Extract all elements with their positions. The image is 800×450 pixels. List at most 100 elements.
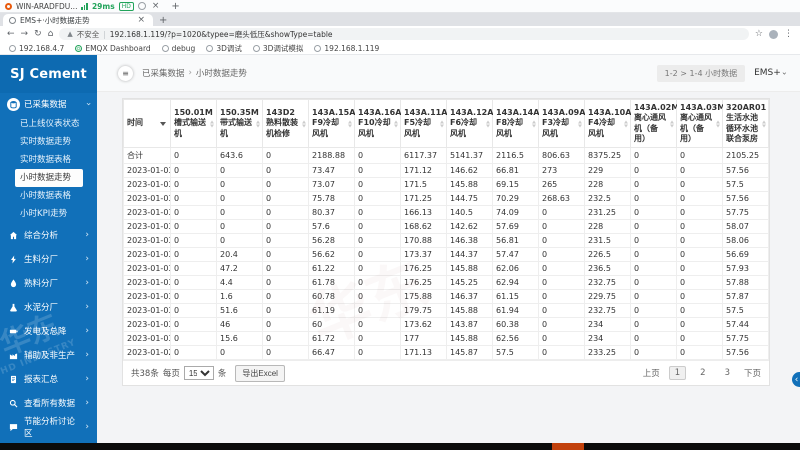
value-cell: 0 — [630, 303, 677, 318]
sidebar-item-collected-data[interactable]: 已采集数据 › — [0, 93, 97, 115]
value-cell: 176.25 — [400, 275, 447, 290]
remote-new-tab-button[interactable]: + — [165, 1, 185, 12]
next-page-button[interactable]: 下页 — [744, 367, 761, 379]
value-cell: 61.15 — [492, 289, 539, 304]
column-header[interactable]: 143D2 熟料散装机检修 — [262, 99, 309, 148]
prev-page-button[interactable]: 上页 — [643, 367, 660, 379]
page-button[interactable]: 1 — [668, 366, 687, 380]
value-cell: 0 — [630, 177, 677, 192]
value-cell: 0 — [170, 147, 217, 164]
sidebar-collapse-button[interactable]: ≡ — [118, 65, 133, 81]
column-header-time[interactable]: 时间 — [123, 99, 171, 148]
page-size-select[interactable]: 15 — [183, 366, 214, 380]
column-header[interactable]: 143A.12AR F6冷却风机 — [446, 99, 500, 148]
bookmark-item[interactable]: EMQX Dashboard — [75, 44, 151, 53]
taskbar[interactable] — [0, 443, 800, 450]
forward-icon[interactable]: → — [21, 29, 29, 39]
browser-new-tab-button[interactable]: + — [153, 15, 173, 26]
chevron-right-icon: › — [85, 302, 89, 312]
value-cell: 61.19 — [308, 303, 355, 318]
sidebar-item[interactable]: 熟料分厂 › — [0, 271, 97, 295]
value-cell: 643.6 — [216, 147, 263, 164]
sidebar-subitem[interactable]: 已上线仪表状态 — [0, 115, 97, 133]
sort-up-icon — [210, 120, 214, 123]
sidebar-subitem[interactable]: 小时数据走势 — [15, 169, 83, 187]
value-cell: 60.78 — [308, 289, 355, 304]
tab-close-icon[interactable]: × — [135, 15, 147, 25]
page-button[interactable]: 2 — [695, 367, 710, 379]
table-footer: 共38条 每页 15 条 导出Excel 上页 1 2 3 下页 — [123, 360, 769, 385]
sidebar-item[interactable]: 发电及总降 › — [0, 319, 97, 343]
ems-dropdown[interactable]: EMS+ › — [754, 68, 789, 78]
sidebar-subitem[interactable]: 实时数据表格 — [0, 151, 97, 169]
bookmark-star-icon[interactable]: ☆ — [755, 29, 763, 39]
column-header[interactable]: 143A.02M 离心通风机（备用） — [630, 99, 679, 148]
sidebar-subitem[interactable]: 小时KPI走势 — [0, 205, 97, 223]
value-cell: 0 — [354, 317, 401, 332]
breadcrumb-parent[interactable]: 已采集数据 — [142, 67, 185, 79]
column-header[interactable]: 150.01M 槽式输送机 — [170, 99, 217, 148]
value-cell: 0 — [354, 261, 401, 276]
column-label: 143D2 熟料散装机检修 — [266, 107, 298, 138]
home-icon[interactable]: ⌂ — [48, 29, 54, 39]
export-excel-button[interactable]: 导出Excel — [235, 364, 285, 382]
value-cell: 0 — [630, 147, 677, 164]
sidebar-item[interactable]: 综合分析 › — [0, 223, 97, 247]
sidebar-item-label: 水泥分厂 — [24, 303, 59, 313]
profile-avatar[interactable] — [769, 29, 778, 39]
column-header[interactable]: 143A.14AR F8冷却风机 — [492, 99, 546, 148]
data-range-badge[interactable]: 1-2 > 1-4 小时数据 — [656, 64, 746, 82]
globe-icon — [206, 44, 214, 52]
database-icon — [7, 97, 20, 111]
column-header[interactable]: 320AR01 生活水池循环水池联合泵房 — [722, 99, 769, 148]
sidebar-item[interactable]: 辅助及非生产 › — [0, 343, 97, 367]
value-cell: 61.94 — [492, 303, 539, 318]
bookmark-item[interactable]: debug — [161, 44, 195, 53]
bookmark-item[interactable]: 192.168.4.7 — [9, 44, 64, 53]
sidebar-item[interactable]: 节能分析讨论区 › — [0, 415, 97, 439]
value-cell: 0 — [538, 205, 585, 220]
sidebar-item[interactable]: 生料分厂 › — [0, 247, 97, 271]
table-row: 2023-01-03 02051.6061.190179.75145.8861.… — [123, 303, 769, 318]
sidebar-item[interactable]: 查看所有数据 › — [0, 391, 97, 415]
column-header[interactable]: 143A.03M 离心通风机（备用） — [676, 99, 725, 148]
sidebar-item[interactable]: 水泥分厂 › — [0, 295, 97, 319]
sidebar-subitem[interactable]: 实时数据走势 — [0, 133, 97, 151]
bookmark-item[interactable]: 192.168.1.119 — [314, 44, 379, 53]
bookmark-item[interactable]: 3D调试模拟 — [252, 43, 303, 54]
browser-tab[interactable]: EMS+·小时数据走势 × — [3, 14, 153, 26]
table-row: 2023-01-03 00015.6061.720177145.8862.560… — [123, 331, 769, 346]
taskbar-active-app-indicator[interactable] — [552, 443, 584, 450]
value-cell: 0 — [630, 191, 677, 206]
value-cell: 0 — [630, 345, 677, 360]
browser-menu-icon[interactable]: ⋮ — [784, 29, 793, 39]
page-button[interactable]: 3 — [720, 367, 735, 379]
sidebar-subitem[interactable]: 小时数据表格 — [0, 187, 97, 205]
panel-expand-button[interactable]: ‹ — [792, 372, 800, 387]
value-cell: 0 — [354, 303, 401, 318]
time-cell: 2023-01-03 08 — [123, 219, 171, 234]
tab-title: EMS+·小时数据走势 — [20, 15, 90, 25]
value-cell: 0 — [538, 331, 585, 346]
value-cell: 0 — [630, 331, 677, 346]
value-cell: 51.6 — [216, 303, 263, 318]
remote-close-icon[interactable]: × — [150, 1, 162, 11]
sidebar-item[interactable]: 报表汇总 › — [0, 367, 97, 391]
time-cell: 2023-01-03 12 — [123, 163, 171, 178]
value-cell: 234 — [584, 317, 631, 332]
column-header[interactable]: 150.35M 带式输送机 — [216, 99, 263, 148]
value-cell: 171.13 — [400, 345, 447, 360]
column-header[interactable]: 143A.10AR F4冷却风机 — [584, 99, 638, 148]
back-icon[interactable]: ← — [7, 29, 15, 39]
value-cell: 0 — [216, 163, 263, 178]
pagination: 上页 1 2 3 下页 — [643, 366, 761, 380]
sort-icons — [578, 120, 582, 127]
value-cell: 0 — [354, 345, 401, 360]
column-header[interactable]: 143A.11AR F5冷却风机 — [400, 99, 454, 148]
column-header[interactable]: 143A.15AR F9冷却风机 — [308, 99, 362, 148]
column-header[interactable]: 143A.09AR F3冷却风机 — [538, 99, 592, 148]
url-input[interactable]: ▲ 不安全 | 192.168.1.119/?p=1020&typee=磨头低压… — [59, 28, 749, 40]
bookmark-item[interactable]: 3D调试 — [206, 43, 242, 54]
reload-icon[interactable]: ↻ — [34, 29, 42, 39]
column-header[interactable]: 143A.16AR F10冷却风机 — [354, 99, 408, 148]
